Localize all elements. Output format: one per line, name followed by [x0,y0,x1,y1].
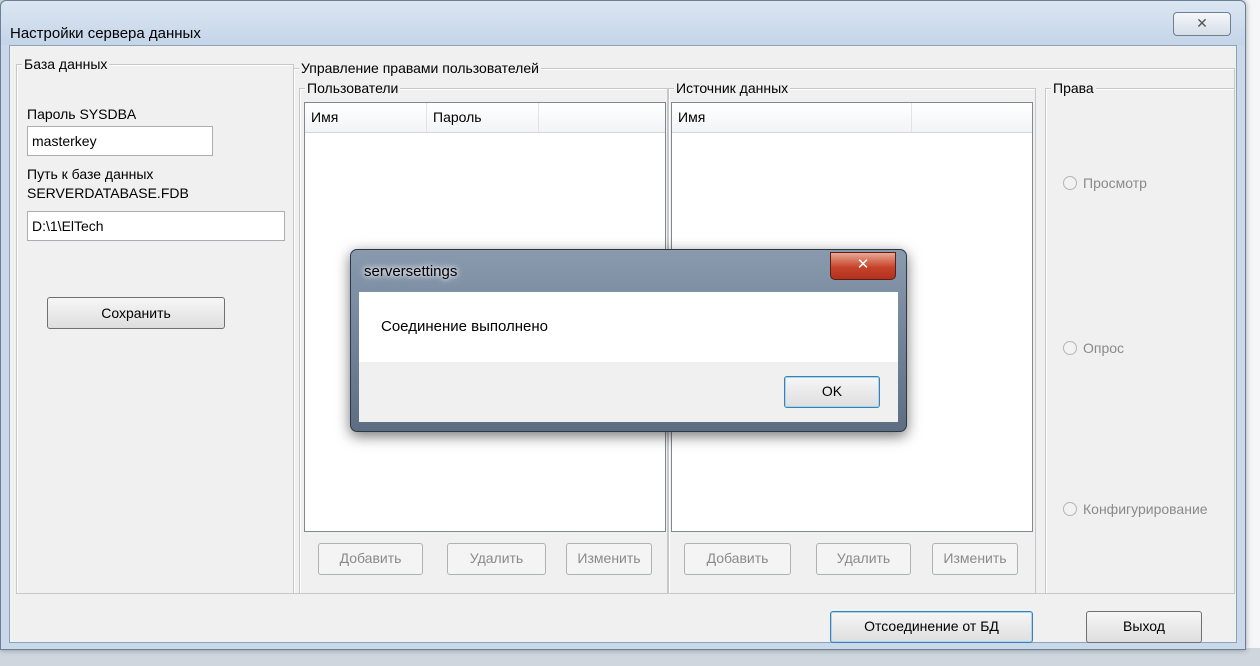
right-poll-label: Опрос [1083,340,1125,356]
right-view-label: Просмотр [1083,175,1147,191]
close-icon: ✕ [856,256,870,273]
data-source-list-header: Имя [672,103,1032,133]
password-input[interactable]: masterkey [27,126,213,156]
radio-icon [1063,502,1077,516]
data-source-add-button[interactable]: Добавить [684,543,791,575]
window-title: Настройки сервера данных [10,25,201,42]
data-source-edit-button[interactable]: Изменить [932,543,1018,575]
users-group-label: Пользователи [305,80,401,96]
rights-management-group-label: Управление правами пользователей [299,60,541,76]
radio-icon [1063,176,1077,190]
users-delete-button[interactable]: Удалить [447,543,546,575]
db-file-label: SERVERDATABASE.FDB [27,185,189,201]
taskbar-edge [0,648,1260,666]
data-source-delete-button[interactable]: Удалить [816,543,911,575]
right-configure-option[interactable]: Конфигурирование [1063,501,1208,517]
window-titlebar[interactable]: Настройки сервера данных ✕ [1,1,1245,45]
data-source-group-label: Источник данных [674,80,791,96]
dialog-close-button[interactable]: ✕ [830,252,896,280]
users-add-button[interactable]: Добавить [318,543,423,575]
dialog-title: serversettings [364,263,458,280]
dialog-footer: OK [359,362,898,422]
dialog-message: Соединение выполнено [381,318,549,335]
message-dialog: serversettings ✕ Соединение выполнено OK [350,249,907,432]
close-icon: ✕ [1196,15,1208,31]
db-path-label: Путь к базе данных [27,166,154,182]
save-button[interactable]: Сохранить [47,297,225,329]
rights-group-label: Права [1051,80,1096,96]
users-column-password[interactable]: Пароль [427,103,539,132]
users-list-header: Имя Пароль [305,103,665,133]
disconnect-button[interactable]: Отсоединение от БД [830,611,1033,643]
radio-icon [1063,341,1077,355]
window-close-button[interactable]: ✕ [1173,12,1231,36]
dialog-ok-button[interactable]: OK [784,376,880,408]
right-poll-option[interactable]: Опрос [1063,340,1124,356]
right-view-option[interactable]: Просмотр [1063,175,1147,191]
data-source-column-filler [912,103,1032,132]
right-configure-label: Конфигурирование [1083,501,1208,517]
database-group-label: База данных [22,56,110,72]
exit-button[interactable]: Выход [1086,611,1202,643]
db-path-input[interactable]: D:\1\ElTech [27,211,285,241]
users-column-filler [539,103,665,132]
users-edit-button[interactable]: Изменить [566,543,652,575]
data-source-column-name[interactable]: Имя [672,103,912,132]
password-label: Пароль SYSDBA [27,106,137,122]
users-column-name[interactable]: Имя [305,103,427,132]
dialog-body: Соединение выполнено [359,292,898,362]
